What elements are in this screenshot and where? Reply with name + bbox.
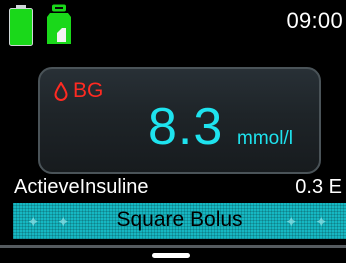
bg-reading-card[interactable]: BG 8.3 mmol/l	[38, 67, 321, 174]
active-insulin-label: ActieveInsuline	[14, 176, 149, 198]
reservoir-icon	[47, 4, 71, 44]
bg-value: 8.3	[148, 98, 224, 156]
blood-drop-icon	[54, 82, 68, 101]
clock: 09:00	[286, 8, 343, 33]
battery-icon	[9, 5, 33, 46]
home-indicator[interactable]	[152, 253, 190, 258]
active-insulin-value: 0.3 E	[295, 176, 342, 198]
square-bolus-label: Square Bolus	[116, 208, 243, 231]
bg-label: BG	[73, 79, 104, 102]
square-bolus-banner[interactable]: ✦ ✦ ✦ ✦ Square Bolus	[13, 203, 346, 239]
active-insulin-row: ActieveInsuline 0.3 E	[0, 176, 346, 200]
bg-unit: mmol/l	[237, 128, 293, 149]
divider	[0, 245, 346, 248]
status-bar: 09:00	[0, 0, 346, 50]
